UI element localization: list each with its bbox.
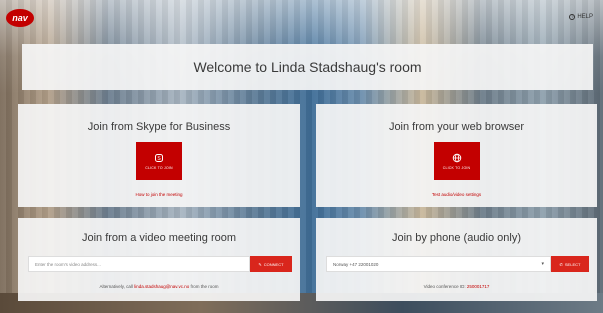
skype-join-label: CLICK TO JOIN [145, 165, 173, 170]
nav-logo[interactable]: nav [6, 9, 34, 27]
page-title: Welcome to Linda Stadshaug's room [193, 59, 422, 75]
video-note: Alternatively, call linda.stadshaug@nav.… [18, 284, 300, 289]
phone-note: Video conference ID: 250001717 [316, 284, 597, 289]
phone-note-prefix: Video conference ID: [423, 284, 466, 289]
video-note-suffix: from the room [190, 284, 219, 289]
chevron-down-icon: ▾ [541, 261, 544, 267]
skype-card: Join from Skype for Business S CLICK TO … [18, 104, 300, 207]
conference-id: 250001717 [466, 284, 490, 289]
phone-card: Join by phone (audio only) Norway +47 22… [316, 218, 597, 301]
phone-card-title: Join by phone (audio only) [391, 232, 522, 244]
video-address-row: Enter the room's video address... ✎ CONN… [28, 256, 292, 272]
logo-text: nav [12, 13, 28, 23]
pencil-icon: ✎ [258, 261, 262, 267]
web-card-title: Join from your web browser [388, 121, 525, 133]
web-join-label: CLICK TO JOIN [442, 165, 471, 170]
video-address-link[interactable]: linda.stadshaug@nav.vc.no [134, 284, 189, 289]
connect-label: CONNECT [263, 261, 284, 267]
select-button[interactable]: ✆ SELECT [551, 256, 589, 272]
phone-number-value: Norway +47 22001020 [333, 261, 379, 267]
test-settings-link[interactable]: Test audio/video settings [316, 192, 597, 197]
phone-number-select[interactable]: Norway +47 22001020 ▾ [326, 256, 551, 272]
skype-icon: S [155, 153, 163, 162]
web-join-button[interactable]: CLICK TO JOIN [433, 142, 480, 180]
welcome-card: Welcome to Linda Stadshaug's room [22, 44, 593, 90]
phone-icon: ✆ [559, 261, 563, 267]
top-bar: nav ? HELP [0, 0, 603, 38]
skype-card-title: Join from Skype for Business [87, 121, 231, 133]
help-icon: ? [569, 14, 576, 20]
skype-help-link[interactable]: How to join the meeting [18, 192, 300, 197]
skype-join-button[interactable]: S CLICK TO JOIN [136, 142, 182, 180]
video-card-title: Join from a video meeting room [81, 232, 237, 244]
select-label: SELECT [564, 261, 581, 267]
video-address-input[interactable]: Enter the room's video address... [28, 256, 250, 272]
connect-button[interactable]: ✎ CONNECT [250, 256, 292, 272]
web-card: Join from your web browser CLICK TO JOIN… [316, 104, 597, 207]
phone-select-row: Norway +47 22001020 ▾ ✆ SELECT [326, 256, 589, 272]
video-note-prefix: Alternatively, call [99, 284, 133, 289]
globe-icon [452, 153, 461, 162]
help-link[interactable]: ? HELP [569, 14, 593, 20]
help-label: HELP [577, 14, 593, 20]
video-room-card: Join from a video meeting room Enter the… [18, 218, 300, 301]
